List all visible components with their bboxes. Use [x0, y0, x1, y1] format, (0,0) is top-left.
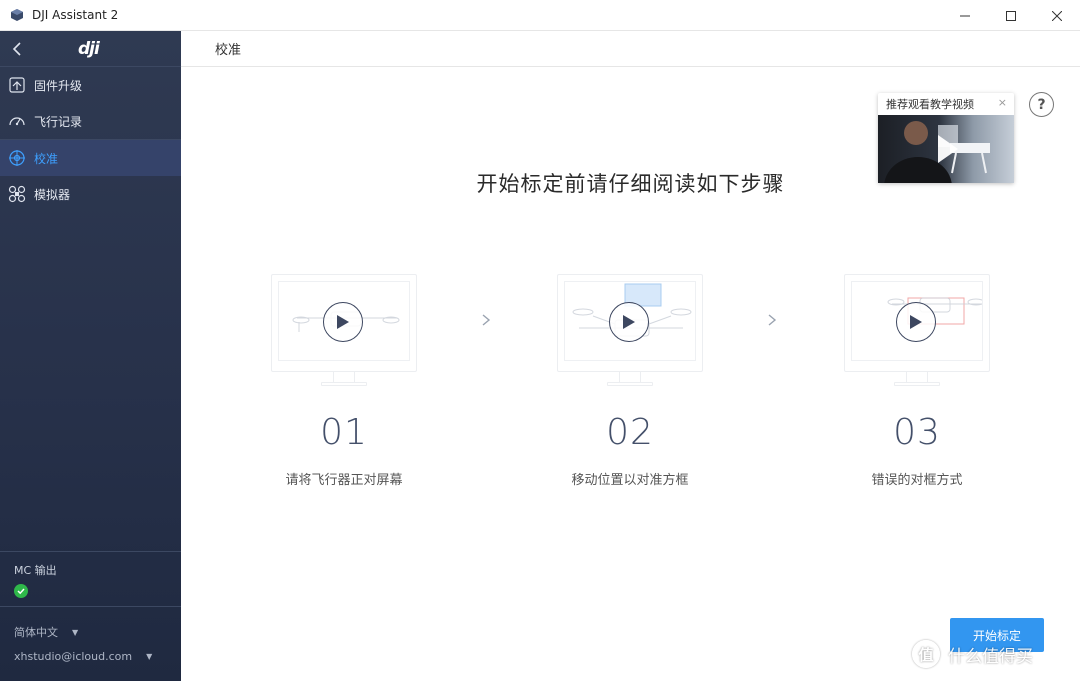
maximize-icon	[1006, 10, 1016, 21]
close-button[interactable]	[1034, 0, 1080, 31]
account-label: xhstudio@icloud.com	[14, 650, 133, 663]
step-number: 01	[320, 412, 368, 453]
caret-down-icon: ▼	[146, 652, 153, 661]
sidebar-item-firmware[interactable]: 固件升级	[0, 67, 181, 103]
chevron-right-icon	[481, 312, 491, 331]
play-icon	[623, 315, 635, 329]
step-caption: 错误的对框方式	[871, 473, 963, 488]
drone-icon	[8, 185, 26, 203]
play-icon	[337, 315, 349, 329]
sidebar-header: dji	[0, 31, 181, 67]
close-icon	[1052, 10, 1062, 21]
status-ok-icon	[14, 584, 28, 598]
instruction-headline: 开始标定前请仔细阅读如下步骤	[476, 172, 785, 196]
sidebar: dji 固件升级 飞行记录 校准 模拟器 MC 输出 简体中文 ▼ xhstud…	[0, 31, 181, 681]
sidebar-item-simulator[interactable]: 模拟器	[0, 176, 181, 212]
play-button[interactable]	[323, 302, 363, 342]
watermark-logo: 值	[912, 640, 940, 668]
mc-output-label: MC 输出	[14, 564, 57, 577]
minimize-icon	[960, 15, 970, 16]
sidebar-item-label: 飞行记录	[34, 114, 83, 129]
window-title: DJI Assistant 2	[32, 8, 119, 22]
help-button[interactable]: ?	[1029, 92, 1054, 117]
caret-down-icon: ▼	[72, 627, 79, 637]
chevron-right-icon	[767, 312, 777, 331]
language-label: 简体中文	[14, 626, 58, 639]
sidebar-footer: 简体中文 ▼ xhstudio@icloud.com ▼	[0, 606, 181, 681]
sidebar-item-calibration[interactable]: 校准	[0, 140, 181, 176]
page-header: 校准	[181, 31, 1080, 67]
mc-output-panel: MC 输出	[0, 551, 181, 606]
sidebar-item-label: 模拟器	[34, 187, 71, 202]
sidebar-item-label: 校准	[34, 151, 59, 166]
minimize-button[interactable]	[942, 0, 988, 31]
firmware-icon	[8, 76, 26, 94]
app-icon	[10, 8, 24, 22]
close-icon[interactable]: ×	[998, 96, 1007, 109]
account-select[interactable]: xhstudio@icloud.com ▼	[14, 650, 152, 663]
play-button[interactable]	[609, 302, 649, 342]
step-number: 03	[893, 412, 941, 453]
maximize-button[interactable]	[988, 0, 1034, 31]
tutorial-label: 推荐观看教学视频	[886, 98, 974, 111]
language-select[interactable]: 简体中文 ▼	[14, 624, 78, 640]
back-arrow-icon[interactable]	[10, 41, 24, 57]
play-button[interactable]	[896, 302, 936, 342]
watermark: 值 什么值得买	[912, 640, 1033, 668]
step-caption: 移动位置以对准方框	[571, 473, 689, 488]
title-bar: DJI Assistant 2	[0, 0, 1080, 31]
step-caption: 请将飞行器正对屏幕	[285, 473, 403, 488]
dji-logo: dji	[78, 39, 100, 59]
step-number: 02	[606, 412, 654, 453]
watermark-text: 什么值得买	[948, 646, 1033, 667]
play-icon	[910, 315, 922, 329]
sidebar-item-label: 固件升级	[34, 78, 83, 93]
window-controls	[942, 0, 1080, 31]
sidebar-item-flight-log[interactable]: 飞行记录	[0, 103, 181, 139]
page-title: 校准	[215, 43, 242, 58]
gauge-icon	[8, 112, 26, 130]
compass-icon	[8, 149, 26, 167]
